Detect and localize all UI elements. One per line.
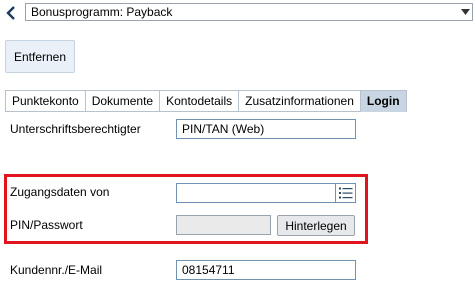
store-button[interactable]: Hinterlegen (277, 215, 355, 236)
customer-number-field[interactable]: 08154711 (176, 260, 356, 280)
access-data-label: Zugangsdaten von (10, 185, 110, 199)
remove-button[interactable]: Entfernen (5, 40, 75, 73)
tab-login[interactable]: Login (359, 90, 407, 112)
customer-number-label: Kundennr./E-Mail (10, 263, 103, 277)
program-select[interactable]: Bonusprogramm: Payback (25, 3, 473, 21)
tab-zusatzinformationen[interactable]: Zusatzinformationen (238, 90, 360, 112)
tab-kontodetails[interactable]: Kontodetails (159, 90, 239, 112)
signatory-field[interactable]: PIN/TAN (Web) (176, 119, 356, 139)
program-select-value: Bonusprogramm: Payback (31, 5, 173, 19)
tab-dokumente[interactable]: Dokumente (84, 90, 160, 112)
chevron-down-icon (458, 4, 472, 20)
pin-field[interactable] (176, 215, 271, 235)
list-icon (338, 187, 352, 199)
signatory-label: Unterschriftsberechtigter (10, 122, 141, 136)
tab-punktekonto[interactable]: Punktekonto (5, 90, 85, 112)
back-button[interactable] (0, 3, 22, 23)
access-data-field[interactable] (176, 183, 336, 203)
tab-bar: Punktekonto Dokumente Kontodetails Zusat… (5, 90, 407, 112)
pin-label: PIN/Passwort (10, 218, 83, 232)
chevron-left-icon (6, 6, 15, 20)
access-data-picker-button[interactable] (336, 183, 356, 203)
